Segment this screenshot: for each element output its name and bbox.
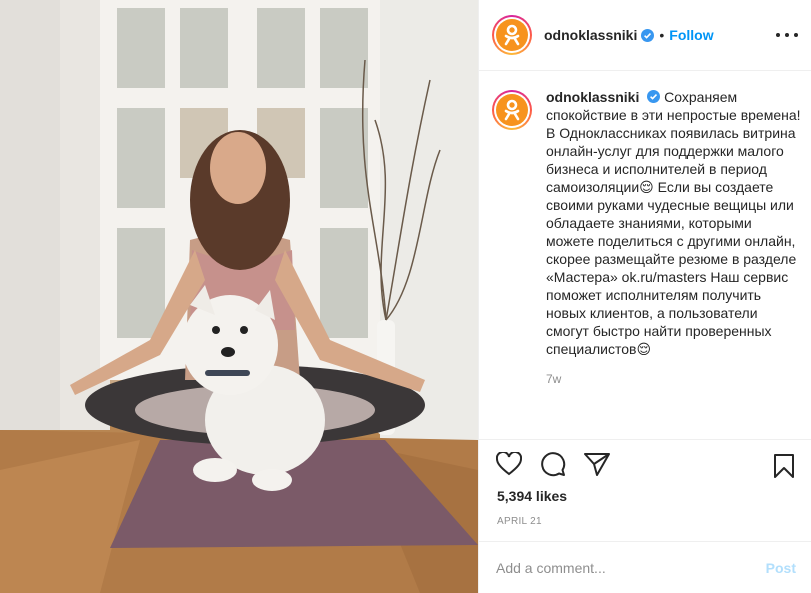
- post-side-panel: odnoklassniki • Follow odnoklassniki Сох…: [478, 0, 811, 593]
- post-date[interactable]: APRIL 21: [497, 516, 542, 527]
- likes-count[interactable]: 5,394 likes: [497, 488, 567, 504]
- verified-badge-icon: [641, 28, 655, 42]
- more-options-icon[interactable]: [776, 25, 798, 45]
- odnoklassniki-logo-icon: [504, 24, 520, 46]
- comment-input[interactable]: [496, 559, 766, 576]
- action-bar: [479, 439, 811, 487]
- header-username[interactable]: odnoklassniki: [544, 27, 637, 43]
- post-button[interactable]: Post: [766, 560, 796, 576]
- comment-icon[interactable]: [539, 450, 567, 478]
- post-header: odnoklassniki • Follow: [479, 0, 811, 71]
- yoga-dog-image: [0, 0, 478, 593]
- bookmark-icon[interactable]: [770, 452, 798, 480]
- caption-time-ago[interactable]: 7w: [546, 370, 802, 388]
- avatar[interactable]: [492, 15, 532, 55]
- verified-badge-icon: [647, 90, 661, 103]
- add-comment-bar: Post: [479, 541, 811, 593]
- caption-username[interactable]: odnoklassniki: [546, 89, 639, 105]
- caption-text: odnoklassniki Сохраняем спокойствие в эт…: [546, 88, 802, 388]
- caption-block: odnoklassniki Сохраняем спокойствие в эт…: [492, 88, 802, 388]
- caption-body: Сохраняем спокойствие в эти непростые вр…: [546, 89, 801, 357]
- post-photo[interactable]: [0, 0, 478, 593]
- share-icon[interactable]: [583, 450, 611, 478]
- follow-button[interactable]: Follow: [669, 27, 713, 43]
- separator-dot: •: [659, 27, 665, 43]
- odnoklassniki-logo-icon: [504, 99, 520, 121]
- heart-icon[interactable]: [495, 450, 523, 478]
- caption-avatar[interactable]: [492, 90, 532, 130]
